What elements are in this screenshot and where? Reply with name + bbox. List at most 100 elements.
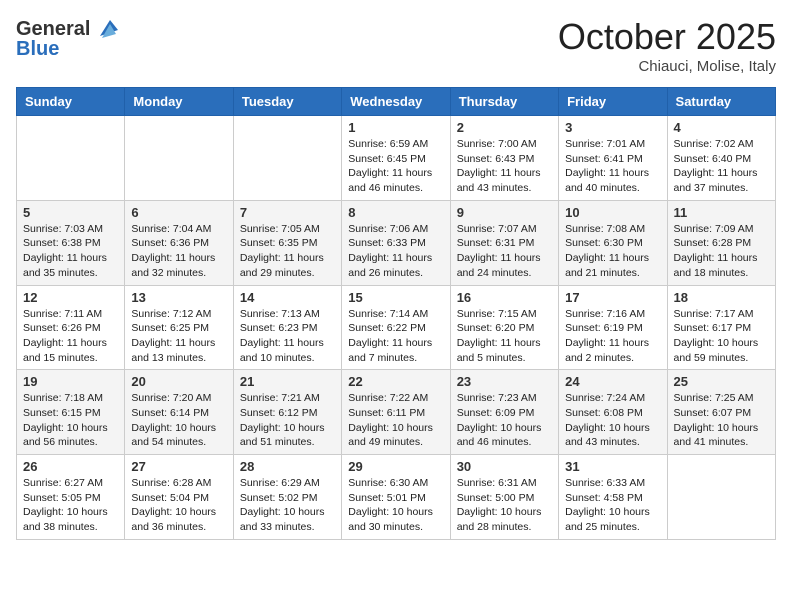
calendar-cell: 6 Sunrise: 7:04 AMSunset: 6:36 PMDaylight… [125, 200, 233, 285]
day-number: 23 [457, 374, 552, 389]
day-number: 12 [23, 290, 118, 305]
day-info: Sunrise: 7:24 AMSunset: 6:08 PMDaylight:… [565, 391, 660, 450]
col-header-saturday: Saturday [667, 88, 775, 116]
day-info: Sunrise: 7:13 AMSunset: 6:23 PMDaylight:… [240, 307, 335, 366]
day-number: 2 [457, 120, 552, 135]
day-number: 25 [674, 374, 769, 389]
day-info: Sunrise: 7:08 AMSunset: 6:30 PMDaylight:… [565, 222, 660, 281]
day-number: 11 [674, 205, 769, 220]
day-number: 8 [348, 205, 443, 220]
calendar-cell: 17Sunrise: 7:16 AMSunset: 6:19 PMDayligh… [559, 285, 667, 370]
day-info: Sunrise: 7:11 AMSunset: 6:26 PMDaylight:… [23, 307, 118, 366]
calendar-cell [17, 116, 125, 201]
day-info: Sunrise: 7:05 AMSunset: 6:35 PMDaylight:… [240, 222, 335, 281]
calendar-week-row: 1 Sunrise: 6:59 AMSunset: 6:45 PMDaylight… [17, 116, 776, 201]
calendar-cell [125, 116, 233, 201]
day-number: 1 [348, 120, 443, 135]
calendar-cell: 16 Sunrise: 7:15 AMSunset: 6:20 PMDayligh… [450, 285, 558, 370]
day-info: Sunrise: 7:15 AMSunset: 6:20 PMDaylight:… [457, 307, 552, 366]
calendar-week-row: 12 Sunrise: 7:11 AMSunset: 6:26 PMDayligh… [17, 285, 776, 370]
calendar-cell: 30 Sunrise: 6:31 AMSunset: 5:00 PMDayligh… [450, 455, 558, 540]
day-info: Sunrise: 7:04 AMSunset: 6:36 PMDaylight:… [131, 222, 226, 281]
calendar-cell: 21 Sunrise: 7:21 AMSunset: 6:12 PMDayligh… [233, 370, 341, 455]
day-number: 9 [457, 205, 552, 220]
day-number: 3 [565, 120, 660, 135]
month-title: October 2025 [558, 16, 776, 58]
calendar-cell: 8Sunrise: 7:06 AMSunset: 6:33 PMDaylight… [342, 200, 450, 285]
calendar-cell: 22 Sunrise: 7:22 AMSunset: 6:11 PMDayligh… [342, 370, 450, 455]
day-info: Sunrise: 7:14 AMSunset: 6:22 PMDaylight:… [348, 307, 443, 366]
day-number: 18 [674, 290, 769, 305]
day-number: 16 [457, 290, 552, 305]
day-info: Sunrise: 6:59 AMSunset: 6:45 PMDaylight:… [348, 137, 443, 196]
calendar-cell: 3 Sunrise: 7:01 AMSunset: 6:41 PMDaylight… [559, 116, 667, 201]
calendar-cell [233, 116, 341, 201]
day-number: 21 [240, 374, 335, 389]
day-info: Sunrise: 7:25 AMSunset: 6:07 PMDaylight:… [674, 391, 769, 450]
day-info: Sunrise: 6:31 AMSunset: 5:00 PMDaylight:… [457, 476, 552, 535]
day-number: 27 [131, 459, 226, 474]
day-info: Sunrise: 7:09 AMSunset: 6:28 PMDaylight:… [674, 222, 769, 281]
calendar-cell: 19 Sunrise: 7:18 AMSunset: 6:15 PMDayligh… [17, 370, 125, 455]
day-number: 7 [240, 205, 335, 220]
day-number: 5 [23, 205, 118, 220]
day-info: Sunrise: 7:22 AMSunset: 6:11 PMDaylight:… [348, 391, 443, 450]
col-header-thursday: Thursday [450, 88, 558, 116]
calendar-cell: 12 Sunrise: 7:11 AMSunset: 6:26 PMDayligh… [17, 285, 125, 370]
calendar-cell: 29 Sunrise: 6:30 AMSunset: 5:01 PMDayligh… [342, 455, 450, 540]
day-number: 24 [565, 374, 660, 389]
day-info: Sunrise: 6:33 AMSunset: 4:58 PMDaylight:… [565, 476, 660, 535]
day-info: Sunrise: 6:28 AMSunset: 5:04 PMDaylight:… [131, 476, 226, 535]
day-info: Sunrise: 7:21 AMSunset: 6:12 PMDaylight:… [240, 391, 335, 450]
day-number: 31 [565, 459, 660, 474]
calendar-week-row: 5 Sunrise: 7:03 AMSunset: 6:38 PMDaylight… [17, 200, 776, 285]
location: Chiauci, Molise, Italy [558, 58, 776, 75]
day-number: 28 [240, 459, 335, 474]
logo: General Blue [16, 16, 120, 61]
day-info: Sunrise: 7:23 AMSunset: 6:09 PMDaylight:… [457, 391, 552, 450]
logo-text: General Blue [16, 16, 120, 61]
day-number: 17 [565, 290, 660, 305]
day-info: Sunrise: 7:20 AMSunset: 6:14 PMDaylight:… [131, 391, 226, 450]
day-info: Sunrise: 7:03 AMSunset: 6:38 PMDaylight:… [23, 222, 118, 281]
calendar-header-row: SundayMondayTuesdayWednesdayThursdayFrid… [17, 88, 776, 116]
day-number: 14 [240, 290, 335, 305]
calendar-cell: 5 Sunrise: 7:03 AMSunset: 6:38 PMDaylight… [17, 200, 125, 285]
day-number: 19 [23, 374, 118, 389]
page-header: General Blue October 2025 Chiauci, Molis… [16, 16, 776, 75]
day-info: Sunrise: 6:30 AMSunset: 5:01 PMDaylight:… [348, 476, 443, 535]
col-header-friday: Friday [559, 88, 667, 116]
day-info: Sunrise: 6:27 AMSunset: 5:05 PMDaylight:… [23, 476, 118, 535]
logo-icon [92, 16, 118, 42]
col-header-monday: Monday [125, 88, 233, 116]
calendar-cell: 7 Sunrise: 7:05 AMSunset: 6:35 PMDaylight… [233, 200, 341, 285]
day-number: 20 [131, 374, 226, 389]
col-header-wednesday: Wednesday [342, 88, 450, 116]
calendar-cell: 31 Sunrise: 6:33 AMSunset: 4:58 PMDayligh… [559, 455, 667, 540]
day-info: Sunrise: 7:12 AMSunset: 6:25 PMDaylight:… [131, 307, 226, 366]
col-header-sunday: Sunday [17, 88, 125, 116]
calendar-cell: 15Sunrise: 7:14 AMSunset: 6:22 PMDayligh… [342, 285, 450, 370]
day-number: 4 [674, 120, 769, 135]
calendar-cell: 10 Sunrise: 7:08 AMSunset: 6:30 PMDayligh… [559, 200, 667, 285]
day-info: Sunrise: 7:18 AMSunset: 6:15 PMDaylight:… [23, 391, 118, 450]
day-number: 22 [348, 374, 443, 389]
calendar-cell: 1 Sunrise: 6:59 AMSunset: 6:45 PMDaylight… [342, 116, 450, 201]
calendar-table: SundayMondayTuesdayWednesdayThursdayFrid… [16, 87, 776, 540]
calendar-cell: 14 Sunrise: 7:13 AMSunset: 6:23 PMDayligh… [233, 285, 341, 370]
calendar-cell: 4Sunrise: 7:02 AMSunset: 6:40 PMDaylight… [667, 116, 775, 201]
day-number: 6 [131, 205, 226, 220]
calendar-cell: 13 Sunrise: 7:12 AMSunset: 6:25 PMDayligh… [125, 285, 233, 370]
title-block: October 2025 Chiauci, Molise, Italy [558, 16, 776, 75]
calendar-cell: 26Sunrise: 6:27 AMSunset: 5:05 PMDayligh… [17, 455, 125, 540]
day-info: Sunrise: 7:01 AMSunset: 6:41 PMDaylight:… [565, 137, 660, 196]
col-header-tuesday: Tuesday [233, 88, 341, 116]
day-info: Sunrise: 6:29 AMSunset: 5:02 PMDaylight:… [240, 476, 335, 535]
calendar-cell: 9Sunrise: 7:07 AMSunset: 6:31 PMDaylight… [450, 200, 558, 285]
day-info: Sunrise: 7:00 AMSunset: 6:43 PMDaylight:… [457, 137, 552, 196]
day-number: 30 [457, 459, 552, 474]
calendar-cell: 25 Sunrise: 7:25 AMSunset: 6:07 PMDayligh… [667, 370, 775, 455]
day-number: 10 [565, 205, 660, 220]
day-number: 13 [131, 290, 226, 305]
day-number: 29 [348, 459, 443, 474]
